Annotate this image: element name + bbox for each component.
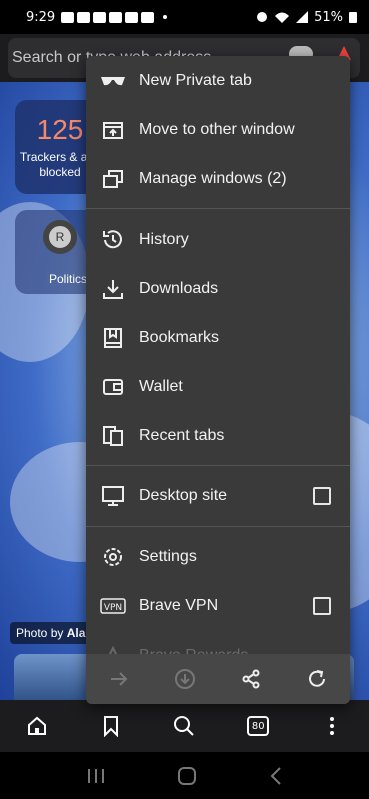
site-avatar[interactable]: R	[43, 220, 77, 254]
menu-item-label: Desktop site	[139, 487, 228, 504]
menu-item-label: Manage windows (2)	[139, 170, 287, 187]
desktop-site-checkbox[interactable]	[313, 487, 331, 505]
move-window-icon	[100, 117, 126, 143]
svg-text:VPN: VPN	[104, 603, 122, 613]
system-nav-bar	[0, 752, 369, 799]
download-page-icon	[175, 669, 195, 689]
app-icon	[125, 11, 139, 23]
menu-item-wallet[interactable]: Wallet	[86, 367, 350, 407]
more-notifications-icon	[163, 15, 168, 19]
photo-credit-prefix: Photo by	[16, 626, 64, 640]
menu-item-new-private-tab[interactable]: New Private tab	[86, 61, 350, 101]
notification-icon	[61, 11, 75, 23]
photo-credit[interactable]: Photo by Ala	[10, 622, 92, 644]
menu-item-downloads[interactable]: Downloads	[86, 269, 350, 309]
menu-item-move-window[interactable]: Move to other window	[86, 110, 350, 150]
menu-item-label: Bookmarks	[139, 329, 220, 346]
history-icon	[100, 227, 126, 253]
desktop-site-icon	[100, 483, 126, 509]
menu-item-bookmarks[interactable]: Bookmarks	[86, 318, 350, 358]
manage-windows-icon	[100, 166, 126, 192]
menu-divider	[86, 526, 350, 527]
photo-credit-name: Ala	[66, 626, 86, 640]
menu-item-label: New Private tab	[139, 72, 252, 89]
youtube-icon	[77, 11, 91, 23]
menu-item-desktop-site[interactable]: Desktop site	[86, 476, 350, 516]
menu-item-label: Move to other window	[139, 121, 295, 138]
battery-percent: 51%	[314, 9, 343, 25]
back-nav-icon[interactable]	[269, 766, 283, 786]
menu-item-brave-vpn[interactable]: VPN Brave VPN	[86, 586, 350, 626]
search-button[interactable]	[166, 708, 202, 744]
gmail-icon	[141, 11, 155, 23]
home-nav-icon[interactable]	[177, 766, 197, 786]
menu-item-history[interactable]: History	[86, 220, 350, 260]
forward-button[interactable]	[103, 663, 135, 695]
overflow-menu: New Private tab Move to other window Man…	[86, 56, 350, 704]
home-icon	[27, 716, 46, 735]
wallet-icon	[100, 374, 126, 400]
menu-item-label: Settings	[139, 548, 197, 565]
bookmark-icon	[103, 716, 118, 737]
menu-item-label: Downloads	[139, 280, 219, 297]
tab-count: 80	[247, 716, 270, 736]
status-right: 51%	[256, 10, 357, 25]
youtube-icon	[93, 11, 107, 23]
recent-apps-icon[interactable]	[86, 767, 106, 785]
signal-icon	[296, 11, 309, 23]
menu-item-label: History	[139, 231, 189, 248]
bottom-toolbar: 80	[0, 700, 369, 752]
more-icon	[330, 717, 335, 735]
reload-button[interactable]	[301, 663, 333, 695]
menu-divider	[86, 208, 350, 209]
menu-item-settings[interactable]: Settings	[86, 537, 350, 577]
bookmarks-icon	[100, 325, 126, 351]
menu-item-label: Brave VPN	[139, 597, 219, 614]
alarm-icon	[257, 12, 268, 22]
menu-item-recent-tabs[interactable]: Recent tabs	[86, 416, 350, 456]
wifi-icon	[275, 12, 290, 23]
menu-item-label: Recent tabs	[139, 427, 225, 444]
home-button[interactable]	[19, 708, 55, 744]
brave-vpn-checkbox[interactable]	[313, 597, 331, 615]
reload-icon	[309, 670, 325, 687]
battery-icon	[349, 12, 357, 23]
tab-switcher-button[interactable]: 80	[240, 708, 276, 744]
downloads-icon	[100, 276, 126, 302]
youtube-icon	[109, 11, 123, 23]
status-time: 9:29	[26, 9, 56, 25]
search-icon	[174, 716, 195, 736]
status-bar: 9:29 51%	[0, 0, 369, 34]
forward-icon	[111, 672, 128, 686]
vpn-icon: VPN	[100, 593, 126, 619]
recent-tabs-icon	[100, 423, 126, 449]
bookmark-button[interactable]	[93, 708, 129, 744]
share-button[interactable]	[235, 663, 267, 695]
menu-action-bar	[86, 654, 350, 704]
menu-button[interactable]	[314, 708, 350, 744]
download-page-button[interactable]	[169, 663, 201, 695]
private-tab-icon	[100, 68, 126, 94]
notification-icons	[61, 11, 168, 23]
site-label: Politics	[49, 272, 88, 286]
menu-item-manage-windows[interactable]: Manage windows (2)	[86, 159, 350, 199]
share-icon	[242, 669, 260, 689]
settings-icon	[100, 544, 126, 570]
menu-item-label: Wallet	[139, 378, 183, 395]
menu-divider	[86, 465, 350, 466]
